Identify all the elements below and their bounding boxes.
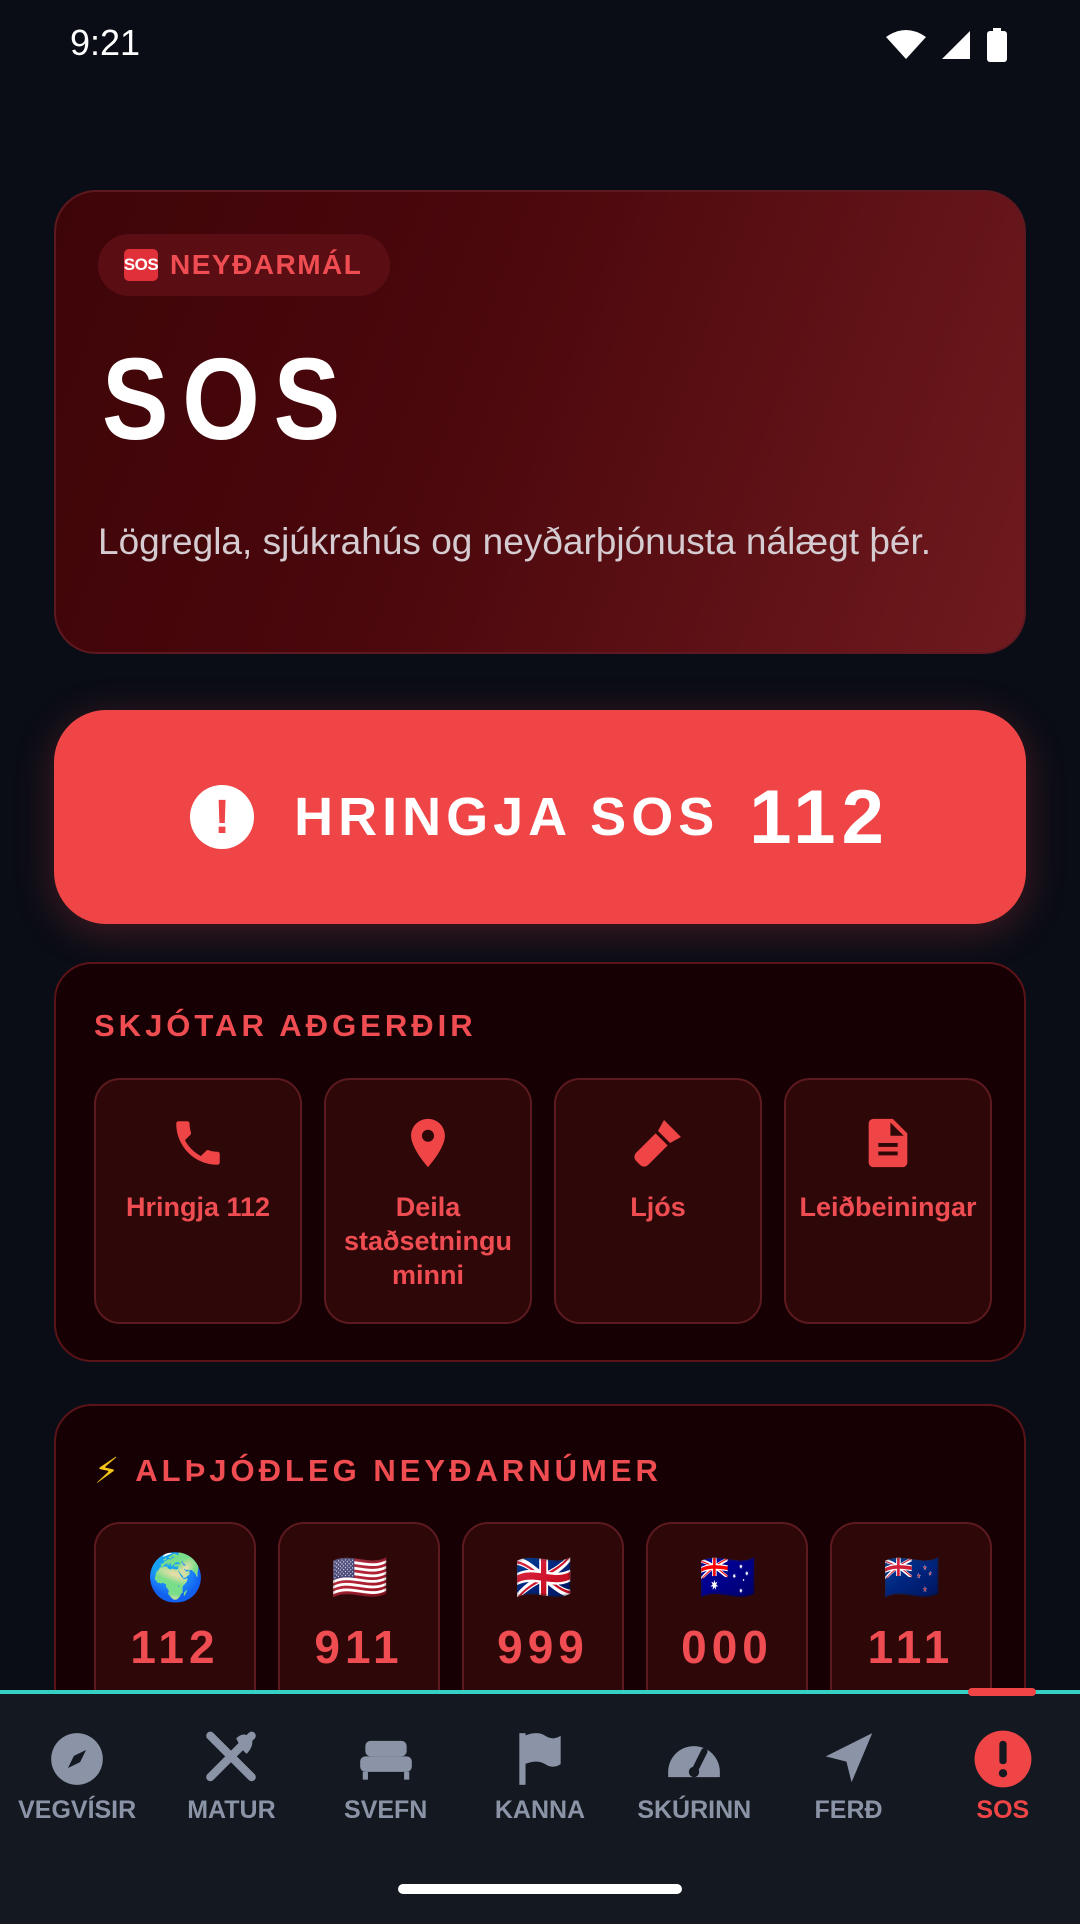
nav-label: VEGVÍSIR bbox=[18, 1796, 137, 1824]
utensils-icon bbox=[206, 1731, 257, 1782]
quick-action-label: Deila staðsetningu minni bbox=[343, 1192, 512, 1290]
nav-item-matur[interactable]: MATUR bbox=[154, 1728, 308, 1825]
nav-label: SKÚRINN bbox=[637, 1796, 752, 1824]
emergency-number: 999 bbox=[497, 1621, 589, 1673]
nav-label: FERÐ bbox=[814, 1796, 883, 1824]
emergency-number: 112 bbox=[130, 1621, 220, 1673]
emergency-number: 000 bbox=[681, 1621, 773, 1673]
emergency-badge-label: NEYÐARMÁL bbox=[170, 249, 363, 280]
battery-icon bbox=[987, 28, 1007, 62]
call-sos-label: HRINGJA SOS bbox=[294, 787, 720, 847]
sos-emoji-icon: SOS bbox=[124, 249, 159, 281]
nav-label: MATUR bbox=[187, 1796, 276, 1824]
bed-icon bbox=[359, 1740, 412, 1780]
exclamation-circle-icon: ! bbox=[190, 785, 255, 849]
quick-actions-card: SKJÓTAR AÐGERÐIR Hringja 112 Deila staðs… bbox=[54, 962, 1026, 1362]
quick-action-label: Hringja 112 bbox=[125, 1192, 271, 1222]
wifi-icon bbox=[886, 30, 926, 59]
flashlight-icon bbox=[634, 1120, 681, 1167]
nav-label: SOS bbox=[976, 1796, 1030, 1824]
quick-action-label: Leiðbeiningar bbox=[799, 1192, 977, 1222]
au-flag-icon: 🇦🇺 bbox=[699, 1551, 757, 1603]
quick-actions-title: SKJÓTAR AÐGERÐIR bbox=[94, 1008, 477, 1043]
nav-label: KANNA bbox=[494, 1796, 586, 1824]
call-sos-button[interactable]: ! HRINGJA SOS 112 bbox=[54, 710, 1026, 924]
map-pin-icon bbox=[411, 1118, 445, 1168]
compass-icon bbox=[51, 1733, 103, 1785]
quick-action-call-112[interactable]: Hringja 112 bbox=[94, 1078, 302, 1324]
nav-item-svefn[interactable]: SVEFN bbox=[309, 1728, 463, 1825]
nz-flag-icon: 🇳🇿 bbox=[883, 1551, 941, 1603]
uk-flag-icon: 🇬🇧 bbox=[515, 1551, 573, 1603]
status-icons bbox=[886, 28, 1008, 62]
page-description: Lögregla, sjúkrahús og neyðarþjónusta ná… bbox=[98, 521, 932, 562]
page-title: SOS bbox=[102, 334, 354, 464]
quick-action-label: Ljós bbox=[630, 1192, 686, 1222]
quick-action-share-location[interactable]: Deila staðsetningu minni bbox=[324, 1078, 532, 1324]
lightning-icon: ⚡ bbox=[94, 1450, 124, 1491]
flag-icon bbox=[519, 1733, 561, 1785]
nav-label: SVEFN bbox=[344, 1796, 428, 1824]
quick-actions-list: Hringja 112 Deila staðsetningu minni Ljó… bbox=[94, 1078, 992, 1324]
call-sos-number: 112 bbox=[749, 774, 890, 860]
nav-item-kanna[interactable]: KANNA bbox=[463, 1728, 617, 1825]
document-icon bbox=[868, 1118, 908, 1168]
emergency-hero-card: SOS NEYÐARMÁL SOS Lögregla, sjúkrahús og… bbox=[54, 190, 1026, 654]
emergency-badge: SOS NEYÐARMÁL bbox=[98, 234, 391, 296]
international-numbers-header: ⚡ ALÞJÓÐLEG NEYÐARNÚMER bbox=[94, 1450, 662, 1492]
emergency-number: 111 bbox=[867, 1621, 955, 1673]
nav-item-vegvisir[interactable]: VEGVÍSIR bbox=[0, 1728, 154, 1825]
status-time: 9:21 bbox=[70, 22, 141, 63]
signal-icon bbox=[942, 31, 970, 59]
nav-item-sos[interactable]: SOS bbox=[926, 1728, 1080, 1825]
quick-action-flashlight[interactable]: Ljós bbox=[554, 1078, 762, 1324]
international-numbers-title: ALÞJÓÐLEG NEYÐARNÚMER bbox=[135, 1453, 662, 1488]
exclamation-circle-icon bbox=[974, 1730, 1032, 1788]
home-indicator[interactable] bbox=[398, 1884, 682, 1894]
nav-item-skurinn[interactable]: SKÚRINN bbox=[617, 1728, 771, 1825]
emergency-number: 911 bbox=[314, 1621, 404, 1673]
quick-action-instructions[interactable]: Leiðbeiningar bbox=[784, 1078, 992, 1324]
status-bar: 9:21 bbox=[0, 0, 1080, 90]
gauge-icon bbox=[668, 1746, 721, 1778]
navigation-arrow-icon bbox=[825, 1733, 872, 1783]
globe-icon: 🌍 bbox=[147, 1551, 205, 1603]
us-flag-icon: 🇺🇸 bbox=[331, 1551, 389, 1603]
active-tab-indicator bbox=[968, 1688, 1036, 1696]
phone-icon bbox=[176, 1121, 220, 1165]
nav-item-ferd[interactable]: FERÐ bbox=[772, 1728, 926, 1825]
